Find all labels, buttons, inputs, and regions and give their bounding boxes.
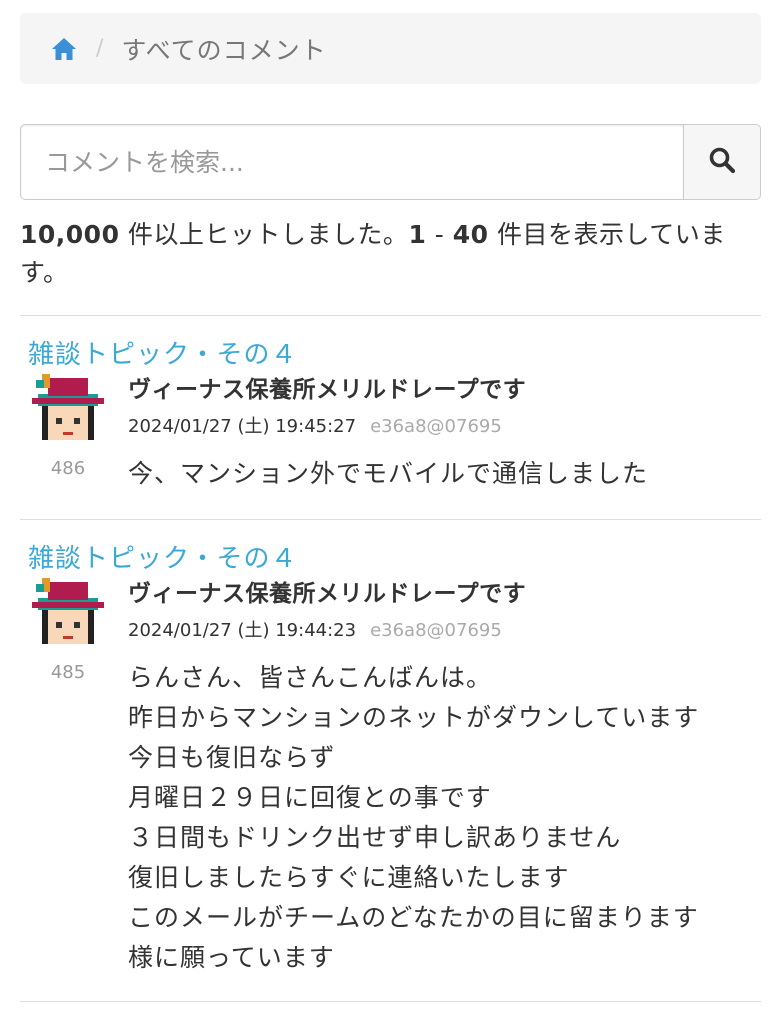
- search-group: [20, 124, 761, 200]
- comment-meta: 2024/01/27 (土) 19:45:27 e36a8@07695: [128, 412, 502, 438]
- comment-line: 今、マンション外でモバイルで通信しました: [128, 459, 649, 488]
- comment-meta: 2024/01/27 (土) 19:44:23 e36a8@07695: [128, 616, 502, 642]
- result-count: 10,000 件以上ヒットしました。1 - 40 件目を表示しています。: [20, 216, 760, 292]
- comment-item: 雑談トピック・その４ 486 ヴィーナス保養所メリルドレープです 2024/01…: [20, 334, 761, 504]
- divider: [20, 519, 761, 520]
- comment-rank: 486: [50, 458, 86, 479]
- comment-rank: 485: [50, 662, 86, 683]
- comment-body: らんさん、皆さんこんばんは。 昨日からマンションのネットがダウンしています 今日…: [128, 663, 700, 972]
- breadcrumb: / すべてのコメント: [20, 13, 761, 84]
- comment-item: 雑談トピック・その４ 485 ヴィーナス保養所メリルドレープです 2024/01…: [20, 538, 761, 998]
- comment-hash: e36a8@07695: [370, 620, 502, 641]
- result-total-suffix: 件以上ヒットしました。: [119, 220, 409, 249]
- topic-link[interactable]: 雑談トピック・その４: [28, 334, 297, 371]
- comment-hash: e36a8@07695: [370, 416, 502, 437]
- avatar-block: 486: [28, 374, 108, 479]
- divider: [20, 315, 761, 316]
- search-button[interactable]: [683, 124, 761, 200]
- search-input[interactable]: [20, 124, 683, 200]
- comment-datetime: 2024/01/27 (土) 19:44:23: [128, 620, 357, 641]
- comment-datetime: 2024/01/27 (土) 19:45:27: [128, 416, 357, 437]
- search-icon: [708, 146, 736, 178]
- comment-body: 今、マンション外でモバイルで通信しました: [128, 454, 648, 494]
- comment-author: ヴィーナス保養所メリルドレープです: [128, 377, 527, 403]
- breadcrumb-separator: /: [96, 36, 104, 61]
- divider: [20, 1001, 761, 1002]
- avatar-block: 485: [28, 578, 108, 683]
- topic-link[interactable]: 雑談トピック・その４: [28, 538, 297, 575]
- home-icon[interactable]: [50, 35, 78, 63]
- comment-author: ヴィーナス保養所メリルドレープです: [128, 581, 527, 607]
- result-total: 10,000: [20, 220, 120, 249]
- avatar[interactable]: [28, 374, 108, 454]
- result-range-sep: -: [426, 220, 453, 249]
- avatar[interactable]: [28, 578, 108, 658]
- result-range-start: 1: [408, 220, 427, 249]
- breadcrumb-current: すべてのコメント: [121, 35, 327, 65]
- result-range-end: 40: [452, 220, 489, 249]
